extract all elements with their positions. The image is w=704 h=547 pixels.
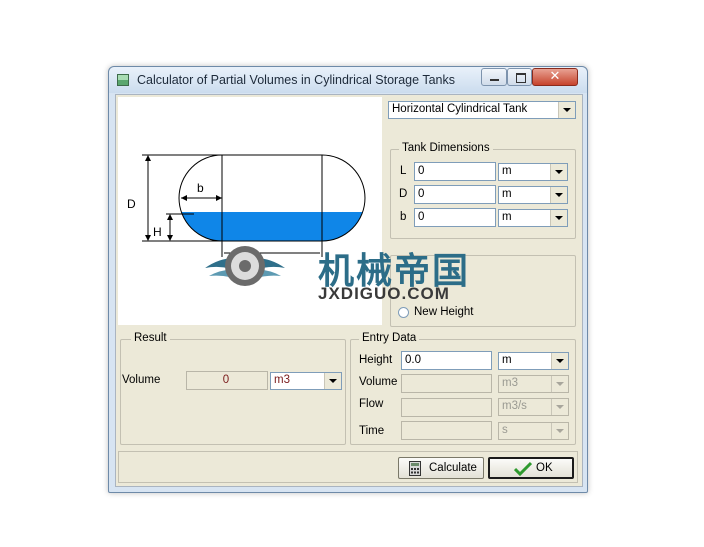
close-button[interactable]: ✕	[532, 68, 578, 86]
maximize-button[interactable]	[507, 68, 532, 86]
diameter-unit-value: m	[502, 188, 512, 200]
chevron-down-icon[interactable]	[324, 373, 341, 389]
entry-time-label: Time	[359, 425, 385, 437]
close-icon: ✕	[549, 68, 561, 83]
diagram-label-b: b	[197, 181, 204, 195]
entry-height-label: Height	[359, 354, 393, 366]
entry-volume-unit-value: m3	[502, 377, 518, 389]
minimize-icon	[490, 79, 499, 81]
watermark-latin: JXDIGUO.COM	[318, 284, 450, 303]
title-bar[interactable]: Calculator of Partial Volumes in Cylindr…	[109, 67, 587, 93]
app-icon	[117, 74, 129, 86]
chevron-down-icon	[551, 399, 568, 415]
dim-label-b: b	[400, 211, 407, 223]
result-volume-output: 0	[186, 371, 268, 390]
entry-flow-unit-value: m3/s	[502, 400, 527, 412]
length-value: 0	[418, 165, 425, 177]
entry-volume-unit-select: m3	[498, 375, 569, 393]
watermark-gear-logo	[205, 246, 285, 286]
entry-flow-unit-select: m3/s	[498, 398, 569, 416]
diagram-label-h: H	[153, 225, 162, 239]
b-unit-select[interactable]: m	[498, 209, 568, 227]
entry-data-title: Entry Data	[359, 332, 420, 344]
entry-time-unit-select: s	[498, 422, 569, 440]
diagram-label-d: D	[127, 197, 136, 211]
dim-label-d: D	[399, 188, 408, 200]
tank-type-select[interactable]: Horizontal Cylindrical Tank	[388, 101, 576, 119]
chevron-down-icon	[551, 423, 568, 439]
new-height-label: New Height	[414, 306, 474, 318]
entry-time-input	[401, 421, 492, 440]
result-volume-label: Volume	[122, 374, 161, 386]
chevron-down-icon[interactable]	[558, 102, 575, 118]
dim-label-l: L	[400, 165, 407, 177]
b-value: 0	[418, 211, 425, 223]
length-unit-value: m	[502, 165, 512, 177]
b-unit-value: m	[502, 211, 512, 223]
entry-height-value: 0.0	[405, 354, 421, 366]
window-title: Calculator of Partial Volumes in Cylindr…	[137, 73, 455, 87]
diameter-unit-select[interactable]: m	[498, 186, 568, 204]
result-volume-unit-select[interactable]: m3	[270, 372, 342, 390]
chevron-down-icon[interactable]	[550, 187, 567, 203]
result-group: Result	[120, 332, 346, 445]
maximize-icon	[516, 73, 526, 83]
entry-volume-input	[401, 374, 492, 393]
entry-time-unit-value: s	[502, 424, 508, 436]
chevron-down-icon[interactable]	[551, 353, 568, 369]
minimize-button[interactable]	[481, 68, 507, 86]
calculate-button[interactable]: Calculate	[398, 457, 484, 479]
entry-height-unit-value: m	[502, 354, 512, 366]
ok-button[interactable]: OK	[488, 457, 574, 479]
checkmark-icon	[514, 461, 532, 477]
chevron-down-icon[interactable]	[550, 164, 567, 180]
entry-height-input[interactable]: 0.0	[401, 351, 492, 370]
calculator-icon	[409, 461, 421, 476]
entry-flow-input	[401, 398, 492, 417]
calculate-button-label: Calculate	[429, 462, 477, 474]
b-input[interactable]: 0	[414, 208, 496, 227]
tank-dimensions-title: Tank Dimensions	[399, 142, 493, 154]
diameter-value: 0	[418, 188, 425, 200]
tank-type-value: Horizontal Cylindrical Tank	[392, 103, 528, 115]
result-title: Result	[131, 332, 170, 344]
entry-flow-label: Flow	[359, 398, 384, 410]
length-input[interactable]: 0	[414, 162, 496, 181]
chevron-down-icon	[551, 376, 568, 392]
result-volume-unit-value: m3	[274, 374, 290, 386]
diameter-input[interactable]: 0	[414, 185, 496, 204]
entry-volume-label: Volume	[359, 376, 398, 388]
result-volume-value: 0	[222, 374, 230, 386]
chevron-down-icon[interactable]	[550, 210, 567, 226]
new-height-radio[interactable]	[398, 307, 409, 318]
entry-height-unit-select[interactable]: m	[498, 352, 569, 370]
ok-button-label: OK	[536, 462, 553, 474]
length-unit-select[interactable]: m	[498, 163, 568, 181]
